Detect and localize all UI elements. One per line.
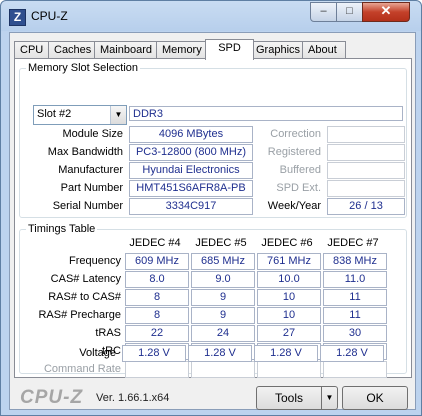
timings-cell: 11.0: [323, 271, 387, 288]
timings-row-label: Frequency: [69, 255, 121, 267]
chevron-down-icon[interactable]: ▼: [110, 106, 126, 124]
timings-row-label: Voltage: [79, 347, 116, 359]
timings-cell: 9: [191, 307, 255, 324]
spd-ext-value: [327, 180, 405, 197]
slot-select[interactable]: Slot #2 ▼: [33, 105, 127, 125]
timings-cell: 1.28 V: [188, 345, 252, 362]
timings-row-label: tRAS: [95, 327, 121, 339]
module-size-label: Module Size: [62, 128, 123, 140]
timings-cell: 30: [323, 325, 387, 342]
version-label: Ver. 1.66.1.x64: [96, 392, 170, 404]
timings-cell: 1.28 V: [320, 345, 384, 362]
timings-cell: 1.28 V: [122, 345, 186, 362]
spd-panel: Memory Slot Selection Slot #2 ▼ DDR3 Mod…: [14, 58, 412, 378]
registered-value: [327, 144, 405, 161]
timings-cell: [257, 361, 321, 378]
module-size-value: 4096 MBytes: [129, 126, 253, 143]
timings-row-label: CAS# Latency: [50, 273, 121, 285]
timings-cell: 10: [257, 289, 321, 306]
tab-caches[interactable]: Caches: [48, 41, 95, 59]
timings-column-header: JEDEC #4: [129, 237, 181, 249]
timings-cell: [323, 361, 387, 378]
serial-number-value: 3334C917: [129, 198, 253, 215]
tab-mainboard[interactable]: Mainboard: [94, 41, 157, 59]
timings-column-header: JEDEC #6: [261, 237, 313, 249]
tab-memory[interactable]: Memory: [156, 41, 207, 59]
tools-button[interactable]: Tools: [256, 386, 322, 410]
chevron-down-icon[interactable]: ▼: [321, 386, 338, 410]
timings-cell: 27: [257, 325, 321, 342]
timings-cell: 1.28 V: [254, 345, 318, 362]
timings-cell: 609 MHz: [125, 253, 189, 270]
timings-cell: 10: [257, 307, 321, 324]
week-year-label: Week/Year: [267, 200, 321, 212]
tab-about[interactable]: About: [302, 41, 346, 59]
timings-column-header: JEDEC #5: [195, 237, 247, 249]
timings-cell: 24: [191, 325, 255, 342]
slot-select-value: Slot #2: [37, 108, 72, 120]
ok-button[interactable]: OK: [342, 386, 408, 410]
minimize-button[interactable]: ‒: [310, 2, 337, 22]
timings-cell: 22: [125, 325, 189, 342]
timings-cell: 10.0: [257, 271, 321, 288]
timings-cell: 11: [323, 289, 387, 306]
timings-row-label: Command Rate: [43, 363, 121, 375]
memory-type-field: DDR3: [129, 106, 403, 121]
timings-cell: 9: [191, 289, 255, 306]
tab-graphics[interactable]: Graphics: [250, 41, 304, 59]
serial-number-label: Serial Number: [52, 200, 123, 212]
title-bar[interactable]: Z CPU-Z ‒ □ ✕: [1, 1, 421, 32]
correction-value: [327, 126, 405, 143]
week-year-value: 26 / 13: [327, 198, 405, 215]
timings-group-title: Timings Table: [26, 223, 98, 235]
tab-cpu[interactable]: CPU: [14, 41, 49, 59]
timings-cell: 685 MHz: [191, 253, 255, 270]
timings-cell: [125, 361, 189, 378]
part-number-label: Part Number: [60, 182, 123, 194]
timings-row-label: RAS# Precharge: [38, 309, 121, 321]
registered-label: Registered: [267, 146, 321, 158]
timings-cell: 9.0: [191, 271, 255, 288]
cpuz-app-icon: Z: [9, 9, 26, 26]
close-button[interactable]: ✕: [362, 2, 410, 22]
timings-row-label: RAS# to CAS#: [48, 291, 121, 303]
timings-cell: [191, 361, 255, 378]
timings-column-header: JEDEC #7: [327, 237, 379, 249]
timings-cell: 11: [323, 307, 387, 324]
part-number-value: HMT451S6AFR8A-PB: [129, 180, 253, 197]
correction-label: Correction: [270, 128, 321, 140]
timings-cell: 8: [125, 289, 189, 306]
max-bandwidth-value: PC3-12800 (800 MHz): [129, 144, 253, 161]
manufacturer-label: Manufacturer: [58, 164, 123, 176]
timings-cell: 8.0: [125, 271, 189, 288]
window-title: CPU-Z: [31, 9, 68, 23]
buffered-value: [327, 162, 405, 179]
spd-ext-label: SPD Ext.: [276, 182, 321, 194]
max-bandwidth-label: Max Bandwidth: [47, 146, 123, 158]
maximize-button[interactable]: □: [336, 2, 363, 22]
timings-cell: 838 MHz: [323, 253, 387, 270]
cpuz-logo: CPU-Z: [20, 387, 84, 408]
timings-cell: 8: [125, 307, 189, 324]
memory-slot-group-title: Memory Slot Selection: [26, 62, 141, 74]
buffered-label: Buffered: [279, 164, 321, 176]
manufacturer-value: Hyundai Electronics: [129, 162, 253, 179]
tab-spd[interactable]: SPD: [205, 39, 254, 60]
timings-cell: 761 MHz: [257, 253, 321, 270]
